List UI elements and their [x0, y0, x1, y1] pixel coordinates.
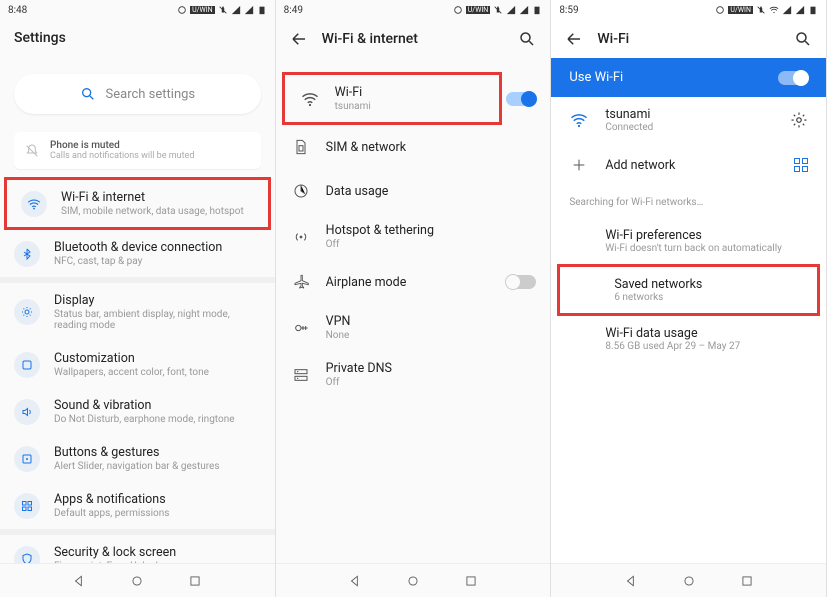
use-wifi-toggle[interactable] — [778, 71, 808, 85]
dns-icon — [293, 367, 309, 383]
status-bar: 8:48 U/WIN — [0, 0, 275, 20]
header: Wi-Fi & internet — [276, 20, 551, 58]
palette-icon — [21, 359, 33, 371]
item-apps[interactable]: Apps & notificationsDefault apps, permis… — [0, 482, 275, 529]
item-wifi[interactable]: Wi-Fitsunami — [282, 72, 503, 125]
add-network[interactable]: Add network — [551, 143, 826, 187]
sound-icon — [21, 406, 33, 418]
item-wifi-internet[interactable]: Wi-Fi & internetSIM, mobile network, dat… — [4, 177, 271, 230]
nav-back-icon[interactable] — [72, 574, 86, 588]
gear-icon[interactable] — [790, 111, 808, 129]
airplane-toggle[interactable] — [506, 275, 536, 289]
plus-icon — [571, 157, 587, 173]
nav-home-icon[interactable] — [406, 574, 420, 588]
status-time: 8:48 — [8, 5, 27, 16]
screen-wifi: 8:59 U/WIN Wi-Fi Use Wi-Fi tsunamiConnec… — [551, 0, 827, 597]
hotspot-icon — [293, 229, 309, 245]
search-input[interactable]: Search settings — [14, 74, 261, 114]
gestures-icon — [21, 453, 33, 465]
nav-bar — [276, 563, 551, 597]
item-data-usage[interactable]: Data usage — [276, 169, 551, 213]
bell-off-icon — [24, 143, 40, 159]
nav-bar — [551, 563, 826, 597]
settings-list: Wi-Fi & internetSIM, mobile network, dat… — [0, 177, 275, 563]
muted-sub: Calls and notifications will be muted — [50, 151, 194, 161]
item-vpn[interactable]: VPNNone — [276, 304, 551, 351]
bluetooth-icon — [21, 248, 33, 260]
back-icon[interactable] — [290, 30, 308, 48]
shield-icon — [21, 553, 33, 564]
item-customization[interactable]: CustomizationWallpapers, accent color, f… — [0, 341, 275, 388]
status-bar: 8:59 U/WIN — [551, 0, 826, 20]
screen-wifi-internet: 8:49 U/WIN Wi-Fi & internet Wi-Fitsunami… — [276, 0, 552, 597]
item-sound[interactable]: Sound & vibrationDo Not Disturb, earphon… — [0, 388, 275, 435]
header: Wi-Fi — [551, 20, 826, 58]
muted-title: Phone is muted — [50, 140, 194, 151]
item-hotspot[interactable]: Hotspot & tetheringOff — [276, 213, 551, 260]
status-time: 8:49 — [284, 5, 303, 16]
searching-text: Searching for Wi-Fi networks… — [551, 187, 826, 218]
item-private-dns[interactable]: Private DNSOff — [276, 351, 551, 398]
search-icon[interactable] — [518, 30, 536, 48]
item-security[interactable]: Security & lock screenFingerprint, Face … — [0, 535, 275, 563]
search-icon[interactable] — [794, 30, 812, 48]
back-icon[interactable] — [565, 30, 583, 48]
nav-recent-icon[interactable] — [740, 574, 754, 588]
sim-icon — [293, 139, 309, 155]
status-icons: U/WIN — [453, 5, 543, 15]
status-time: 8:59 — [559, 5, 578, 16]
page-title: Settings — [14, 30, 66, 46]
item-bluetooth[interactable]: Bluetooth & device connectionNFC, cast, … — [0, 230, 275, 277]
nav-bar — [0, 563, 275, 597]
nav-recent-icon[interactable] — [188, 574, 202, 588]
qr-icon[interactable] — [794, 158, 808, 172]
nav-back-icon[interactable] — [348, 574, 362, 588]
nav-recent-icon[interactable] — [464, 574, 478, 588]
use-wifi-label: Use Wi-Fi — [569, 70, 623, 85]
search-icon — [80, 86, 96, 102]
saved-networks[interactable]: Saved networks6 networks — [557, 264, 820, 316]
page-title: Wi-Fi — [597, 31, 629, 47]
wifi-toggle[interactable] — [506, 92, 536, 106]
status-icons: U/WIN — [715, 5, 818, 15]
wifi-icon — [27, 197, 41, 211]
item-airplane[interactable]: Airplane mode — [276, 260, 551, 304]
search-placeholder: Search settings — [106, 87, 196, 102]
page-title: Wi-Fi & internet — [322, 31, 418, 47]
item-buttons[interactable]: Buttons & gesturesAlert Slider, navigati… — [0, 435, 275, 482]
nav-home-icon[interactable] — [130, 574, 144, 588]
status-bar: 8:49 U/WIN — [276, 0, 551, 20]
use-wifi-bar[interactable]: Use Wi-Fi — [551, 58, 826, 97]
wifi-icon — [570, 111, 588, 129]
nav-back-icon[interactable] — [624, 574, 638, 588]
screen-settings: 8:48 U/WIN Settings Search settings Phon… — [0, 0, 276, 597]
status-icons: U/WIN — [177, 5, 267, 15]
header: Settings — [0, 20, 275, 56]
wifi-list: tsunamiConnected Add network Searching f… — [551, 97, 826, 563]
airplane-icon — [293, 274, 309, 290]
data-icon — [293, 183, 309, 199]
apps-icon — [21, 500, 33, 512]
network-tsunami[interactable]: tsunamiConnected — [551, 97, 826, 143]
wifi-data-usage[interactable]: Wi-Fi data usage8.56 GB used Apr 29 – Ma… — [551, 316, 826, 362]
wifi-icon — [301, 90, 319, 108]
nav-home-icon[interactable] — [682, 574, 696, 588]
vpn-icon — [293, 320, 309, 336]
wifi-preferences[interactable]: Wi-Fi preferencesWi-Fi doesn't turn back… — [551, 218, 826, 264]
muted-notice[interactable]: Phone is muted Calls and notifications w… — [14, 132, 261, 169]
brightness-icon — [21, 306, 33, 318]
item-display[interactable]: DisplayStatus bar, ambient display, nigh… — [0, 283, 275, 341]
wifi-internet-list: Wi-Fitsunami SIM & network Data usage Ho… — [276, 58, 551, 563]
item-sim[interactable]: SIM & network — [276, 125, 551, 169]
